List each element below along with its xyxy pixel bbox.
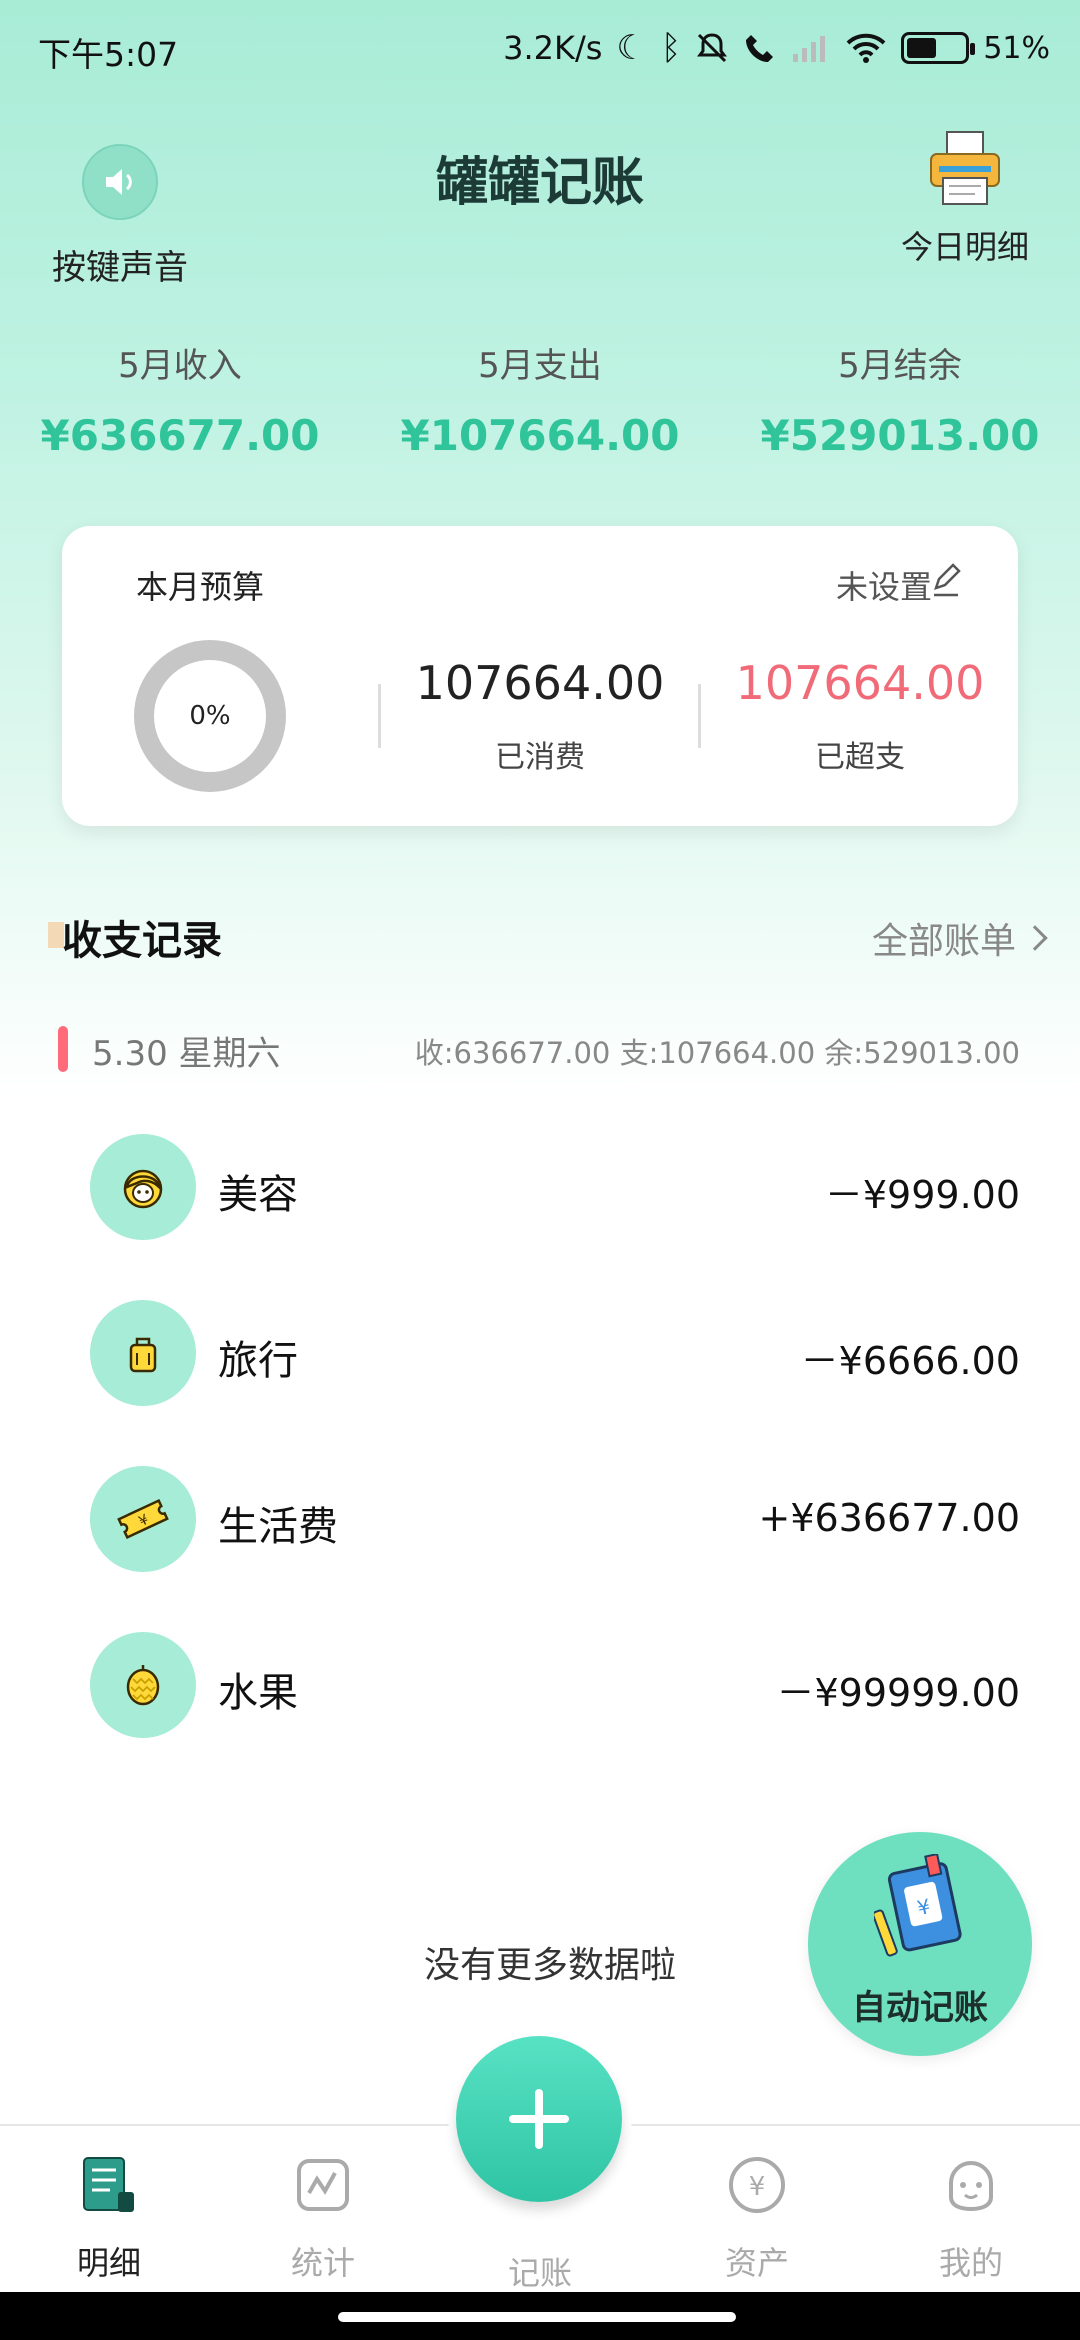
auto-record-label: 自动记账 xyxy=(852,1988,988,2028)
record-name: 生活费 xyxy=(218,1504,338,1550)
all-bills-link[interactable]: 全部账单 xyxy=(871,912,1048,964)
durian-icon xyxy=(90,1632,196,1738)
day-date: 5.30 星期六 xyxy=(92,1034,281,1074)
balance-summary: 5月结余 ¥529013.00 xyxy=(720,338,1080,460)
beauty-icon xyxy=(90,1134,196,1240)
today-detail-label: 今日明细 xyxy=(900,228,1029,266)
records-title: 收支记录 xyxy=(62,918,222,964)
record-amount: －¥999.00 xyxy=(824,1173,1020,1217)
status-icons: 3.2K/s ☾ ᛒ 51% xyxy=(503,28,1050,68)
record-item[interactable]: 旅行 －¥6666.00 xyxy=(90,1300,1020,1406)
battery-percent: 51% xyxy=(983,30,1050,66)
status-time: 下午5:07 xyxy=(38,35,179,74)
signal-icon xyxy=(793,36,826,62)
record-amount: +¥636677.00 xyxy=(758,1496,1020,1540)
monthly-summary: 5月收入 ¥636677.00 5月支出 ¥107664.00 5月结余 ¥52… xyxy=(0,338,1080,460)
records-header: 收支记录 全部账单 xyxy=(48,908,1048,964)
income-title: 5月收入 xyxy=(118,346,242,386)
spent-value: 107664.00 xyxy=(415,656,665,710)
day-summary: 收:636677.00 支:107664.00 余:529013.00 xyxy=(414,1036,1020,1070)
home-indicator[interactable] xyxy=(338,2312,736,2322)
battery-fill xyxy=(907,38,937,58)
expense-title: 5月支出 xyxy=(478,346,602,386)
budget-title: 本月预算 xyxy=(136,568,265,606)
all-bills-label: 全部账单 xyxy=(871,921,1016,962)
wifi-icon xyxy=(846,33,886,63)
budget-progress-ring: 0% xyxy=(134,640,286,792)
balance-amount: ¥529013.00 xyxy=(760,411,1040,460)
record-item[interactable]: ¥ 生活费 +¥636677.00 xyxy=(90,1466,1020,1572)
ticket-icon: ¥ xyxy=(90,1466,196,1572)
record-name: 美容 xyxy=(218,1172,298,1218)
record-item[interactable]: 水果 －¥99999.00 xyxy=(90,1632,1020,1738)
auto-record-button[interactable]: ¥ 自动记账 xyxy=(808,1832,1032,2056)
chart-icon xyxy=(292,2154,354,2216)
printer-icon xyxy=(925,128,1005,208)
status-bar: 下午5:07 3.2K/s ☾ ᛒ 51% xyxy=(0,0,1080,100)
budget-card[interactable]: 本月预算 未设置 0% 107664.00 已消费 107664.00 已超支 xyxy=(62,526,1018,826)
nav-label-record[interactable]: 记账 xyxy=(0,2248,1080,2294)
income-summary: 5月收入 ¥636677.00 xyxy=(0,338,360,460)
svg-text:¥: ¥ xyxy=(749,2172,766,2202)
budget-percent: 0% xyxy=(189,701,231,731)
record-name: 水果 xyxy=(218,1670,298,1716)
phone-icon xyxy=(746,35,774,62)
yuan-icon: ¥ xyxy=(726,2154,788,2216)
budget-status[interactable]: 未设置 xyxy=(836,562,932,608)
expense-amount: ¥107664.00 xyxy=(400,411,680,460)
bell-muted-icon xyxy=(697,33,728,63)
day-marker xyxy=(58,1026,68,1072)
luggage-icon xyxy=(90,1300,196,1406)
expense-summary: 5月支出 ¥107664.00 xyxy=(360,338,720,460)
income-amount: ¥636677.00 xyxy=(40,411,320,460)
over-value: 107664.00 xyxy=(735,656,985,710)
profile-icon xyxy=(940,2154,1002,2216)
bluetooth-icon: ᛒ xyxy=(660,28,682,68)
record-amount: －¥99999.00 xyxy=(776,1671,1021,1715)
notebook-icon: ¥ xyxy=(874,1854,962,1957)
spent-block: 107664.00 已消费 xyxy=(380,656,700,776)
chevron-right-icon xyxy=(1022,925,1048,951)
net-speed: 3.2K/s xyxy=(503,29,603,67)
today-detail-button[interactable]: 今日明细 xyxy=(890,128,1040,268)
over-label: 已超支 xyxy=(815,740,905,775)
moon-icon: ☾ xyxy=(616,28,647,68)
record-item[interactable]: 美容 －¥999.00 xyxy=(90,1134,1020,1240)
spent-label: 已消费 xyxy=(495,740,585,775)
record-name: 旅行 xyxy=(218,1338,298,1384)
over-block: 107664.00 已超支 xyxy=(700,656,1020,776)
edit-icon[interactable] xyxy=(930,562,962,598)
list-icon xyxy=(78,2154,140,2216)
battery-icon xyxy=(901,32,976,64)
add-record-button[interactable] xyxy=(456,2036,622,2202)
record-amount: －¥6666.00 xyxy=(800,1339,1020,1383)
day-header: 5.30 星期六 收:636677.00 支:107664.00 余:52901… xyxy=(58,1020,1020,1080)
key-sound-label: 按键声音 xyxy=(52,248,188,288)
balance-title: 5月结余 xyxy=(838,346,962,386)
